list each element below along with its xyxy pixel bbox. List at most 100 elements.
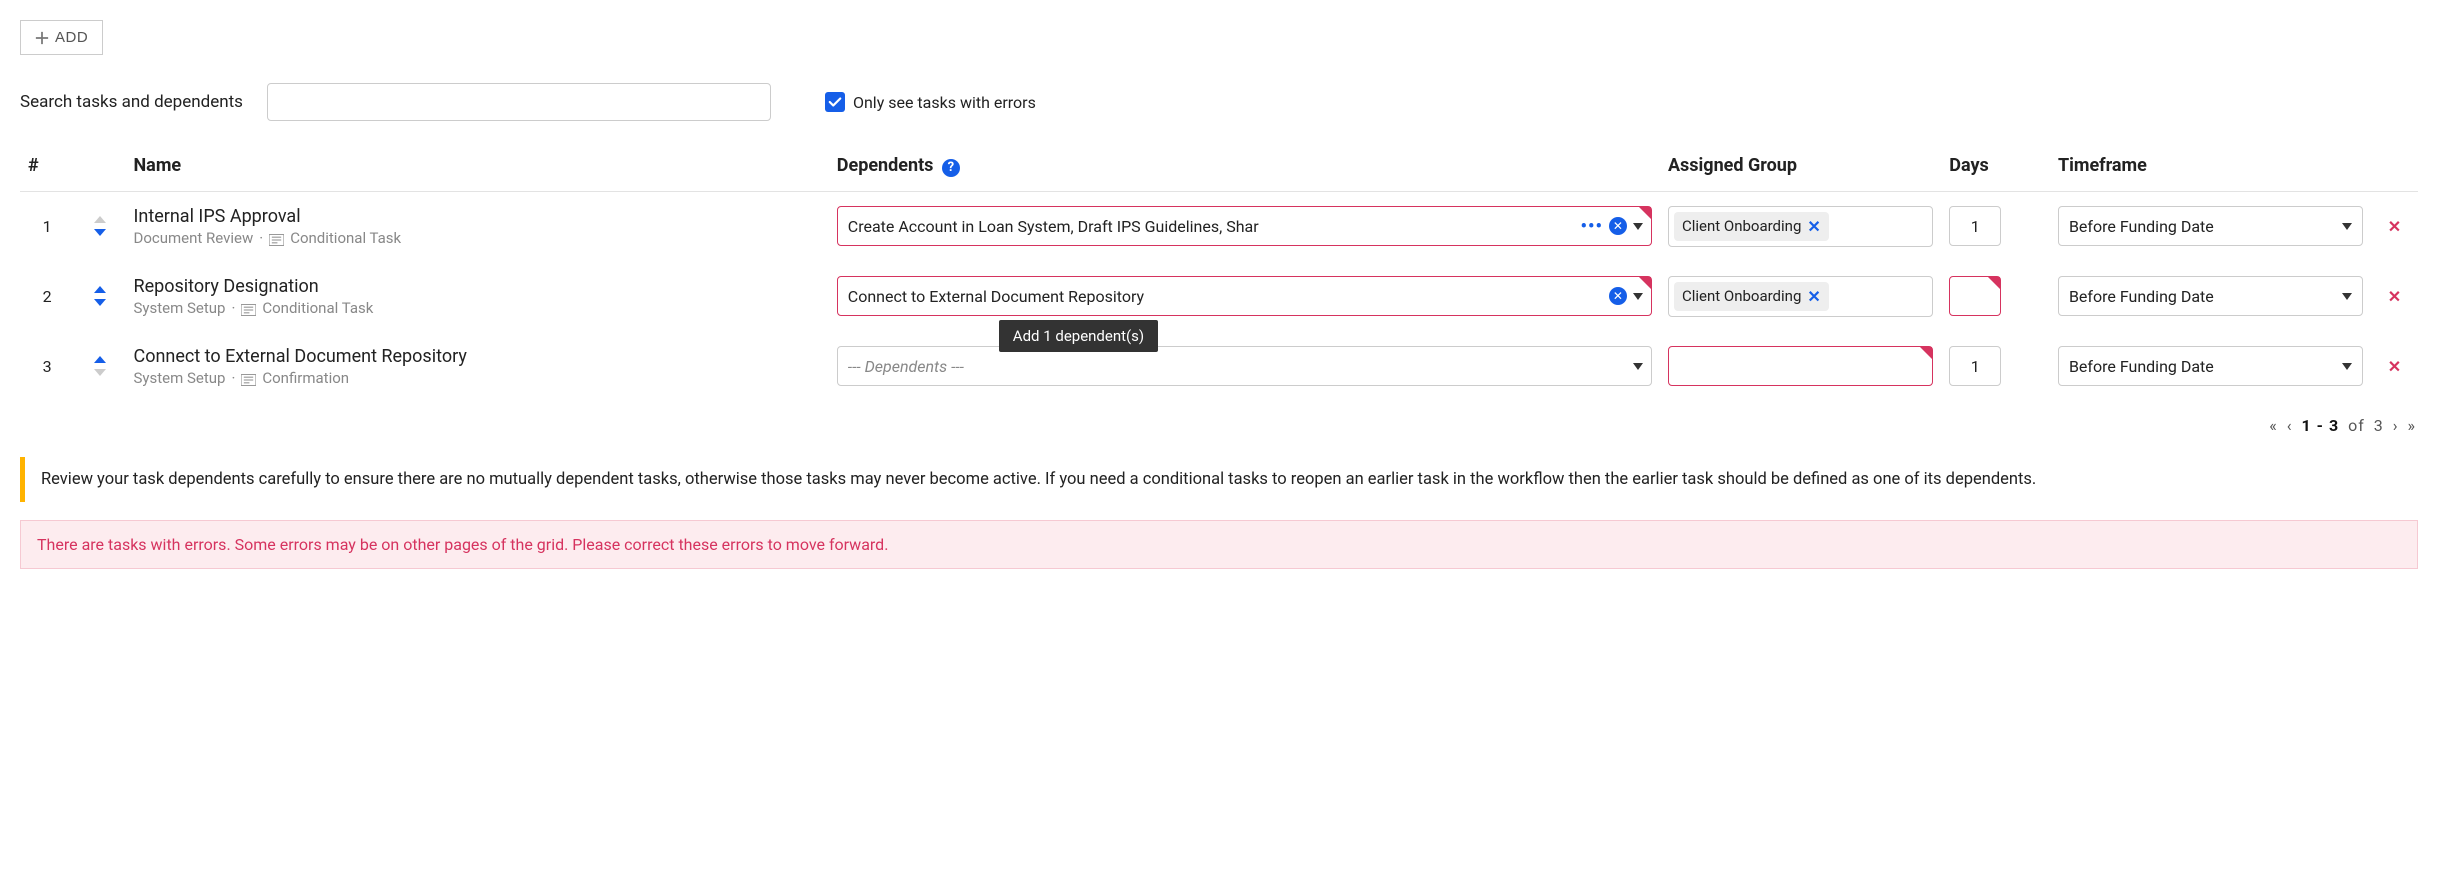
delete-row-button[interactable]: ✕ [2371, 331, 2418, 401]
dependents-text: Connect to External Document Repository [848, 287, 1571, 306]
page-range: 1 - 3 [2300, 416, 2342, 435]
pagination: « ‹ 1 - 3 of 3 › » [20, 416, 2418, 435]
days-value: 1 [1971, 217, 1980, 236]
group-tag-label: Client Onboarding [1682, 217, 1801, 235]
dependents-cell: Connect to External Document Repository … [829, 261, 1660, 331]
days-input[interactable]: 1 [1949, 206, 2001, 246]
delete-row-button[interactable]: ✕ [2371, 191, 2418, 261]
dependents-text: Create Account in Loan System, Draft IPS… [848, 217, 1571, 236]
errors-only-toggle[interactable]: Only see tasks with errors [825, 92, 1036, 112]
remove-tag-icon[interactable]: ✕ [1807, 287, 1820, 306]
error-alert: There are tasks with errors. Some errors… [20, 520, 2418, 569]
col-header-timeframe: Timeframe [2050, 145, 2371, 191]
move-down-icon[interactable] [94, 299, 106, 306]
dropdown-caret-icon[interactable] [2342, 363, 2352, 370]
task-subline: System Setup · Confirmation [133, 369, 820, 387]
page-total: 3 [2372, 416, 2386, 435]
page-of: of [2346, 416, 2367, 435]
task-name: Internal IPS Approval [133, 206, 820, 227]
error-text: There are tasks with errors. Some errors… [37, 535, 888, 554]
task-name: Connect to External Document Repository [133, 346, 820, 367]
dependents-cell: --- Dependents --- Add 1 dependent(s) [829, 331, 1660, 401]
timeframe-value: Before Funding Date [2069, 287, 2214, 306]
days-input[interactable] [1949, 276, 2001, 316]
move-down-icon [94, 369, 106, 376]
dropdown-caret-icon[interactable] [2342, 223, 2352, 230]
col-header-number: # [20, 145, 74, 191]
search-label: Search tasks and dependents [20, 92, 243, 112]
form-icon [269, 232, 284, 244]
timeframe-value: Before Funding Date [2069, 357, 2214, 376]
table-row: 1 Internal IPS Approval Document Review … [20, 191, 2418, 261]
clear-icon[interactable]: ✕ [1609, 287, 1627, 305]
remove-tag-icon[interactable]: ✕ [1807, 217, 1820, 236]
move-up-icon [94, 216, 106, 223]
task-category: Document Review [133, 229, 253, 247]
table-row: 3 Connect to External Document Repositor… [20, 331, 2418, 401]
timeframe-select[interactable]: Before Funding Date [2058, 206, 2363, 246]
assigned-group-select[interactable]: Client Onboarding ✕ [1668, 276, 1933, 317]
task-type: Confirmation [262, 369, 349, 387]
page-next[interactable]: › [2391, 416, 2401, 435]
task-category: System Setup [133, 369, 225, 387]
dropdown-caret-icon[interactable] [1633, 293, 1643, 300]
form-icon [241, 302, 256, 314]
page-prev[interactable]: ‹ [2285, 416, 2295, 435]
days-cell: 1 [1941, 191, 2050, 261]
timeframe-cell: Before Funding Date [2050, 191, 2371, 261]
more-icon[interactable]: ••• [1581, 216, 1603, 237]
days-cell [1941, 261, 2050, 331]
dependents-cell: Create Account in Loan System, Draft IPS… [829, 191, 1660, 261]
task-category: System Setup [133, 299, 225, 317]
col-header-dependents-label: Dependents [837, 155, 934, 176]
days-input[interactable]: 1 [1949, 346, 2001, 386]
task-name-cell: Connect to External Document Repository … [125, 331, 828, 401]
tasks-table: # Name Dependents ? Assigned Group Days … [20, 145, 2418, 402]
task-name: Repository Designation [133, 276, 820, 297]
form-icon [241, 372, 256, 384]
task-name-cell: Internal IPS Approval Document Review · … [125, 191, 828, 261]
timeframe-value: Before Funding Date [2069, 217, 2214, 236]
move-up-icon[interactable] [94, 356, 106, 363]
dependents-select[interactable]: --- Dependents --- [837, 346, 1652, 386]
dependents-text: --- Dependents --- [848, 357, 1571, 376]
dropdown-caret-icon[interactable] [1633, 363, 1643, 370]
checkbox-checked-icon [825, 92, 845, 112]
timeframe-select[interactable]: Before Funding Date [2058, 346, 2363, 386]
table-row: 2 Repository Designation System Setup · … [20, 261, 2418, 331]
assigned-group-cell [1660, 331, 1941, 401]
task-subline: System Setup · Conditional Task [133, 299, 820, 317]
timeframe-cell: Before Funding Date [2050, 331, 2371, 401]
timeframe-select[interactable]: Before Funding Date [2058, 276, 2363, 316]
move-up-icon[interactable] [94, 286, 106, 293]
add-button[interactable]: ADD [20, 20, 103, 55]
clear-icon[interactable]: ✕ [1609, 217, 1627, 235]
plus-icon [35, 31, 49, 45]
search-input[interactable] [267, 83, 771, 121]
assigned-group-cell: Client Onboarding ✕ [1660, 191, 1941, 261]
page-first[interactable]: « [2267, 416, 2280, 435]
tooltip: Add 1 dependent(s) [999, 320, 1158, 352]
col-header-reorder [74, 145, 125, 191]
task-name-cell: Repository Designation System Setup · Co… [125, 261, 828, 331]
assigned-group-select[interactable]: Client Onboarding ✕ [1668, 206, 1933, 247]
help-icon[interactable]: ? [942, 159, 960, 177]
task-type: Conditional Task [262, 299, 373, 317]
delete-row-button[interactable]: ✕ [2371, 261, 2418, 331]
assigned-group-select[interactable] [1668, 346, 1933, 386]
add-label: ADD [55, 29, 88, 46]
dropdown-caret-icon[interactable] [2342, 293, 2352, 300]
task-subline: Document Review · Conditional Task [133, 229, 820, 247]
dependents-select[interactable]: Connect to External Document Repository … [837, 276, 1652, 316]
dropdown-caret-icon[interactable] [1633, 223, 1643, 230]
row-number: 3 [20, 331, 74, 401]
reorder-controls [74, 191, 125, 261]
col-header-delete [2371, 145, 2418, 191]
dependents-select[interactable]: Create Account in Loan System, Draft IPS… [837, 206, 1652, 246]
move-down-icon[interactable] [94, 229, 106, 236]
col-header-name: Name [125, 145, 828, 191]
days-value: 1 [1971, 357, 1980, 376]
info-text: Review your task dependents carefully to… [41, 470, 2036, 489]
page-last[interactable]: » [2406, 416, 2419, 435]
reorder-controls [74, 331, 125, 401]
